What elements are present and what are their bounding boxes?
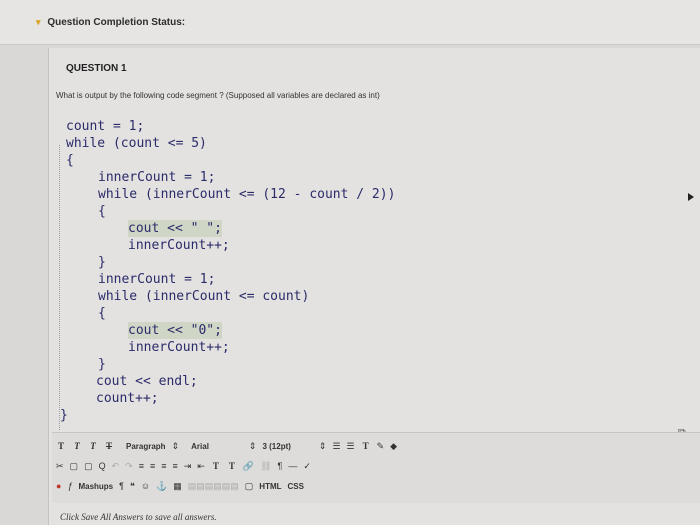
formula-icon[interactable]: ƒ — [67, 481, 72, 491]
text-style-4-button[interactable]: T — [104, 441, 114, 451]
mashups-select[interactable]: Mashups — [78, 482, 113, 491]
paragraph-format-select[interactable]: Paragraph — [126, 442, 166, 451]
superscript-button[interactable]: T — [211, 461, 221, 471]
text-style-3-button[interactable]: T — [88, 441, 98, 451]
question-title: QUESTION 1 — [66, 63, 127, 74]
code-line: innerCount++; — [128, 238, 230, 253]
align-center-icon[interactable]: ≡ — [150, 461, 155, 471]
unlink-icon[interactable]: ⛓ — [260, 461, 271, 472]
outdent-icon[interactable]: ⇤ — [197, 461, 205, 472]
select-arrows-icon: ⇕ — [248, 440, 257, 451]
question-completion-status: ▾ Question Completion Status: — [36, 17, 185, 28]
find-icon[interactable]: Q — [99, 461, 106, 471]
eraser-icon[interactable]: ◆ — [390, 441, 397, 452]
code-line: { — [98, 306, 106, 321]
code-line: innerCount = 1; — [98, 272, 216, 287]
text-style-2-button[interactable]: T — [72, 441, 82, 451]
code-line: while (innerCount <= (12 - count / 2)) — [98, 187, 396, 202]
code-guide-line — [59, 145, 60, 430]
subscript-button[interactable]: T — [227, 461, 237, 471]
code-line: cout << endl; — [96, 374, 198, 389]
footer-hint: Click Save All Answers to save all answe… — [60, 512, 217, 522]
paragraph-mark-icon[interactable]: ¶ — [119, 481, 124, 491]
select-arrows-icon: ⇕ — [318, 440, 327, 451]
copy-icon[interactable]: ▢ — [70, 461, 79, 472]
code-line: count++; — [96, 391, 159, 406]
toolbar-row-1: T T T T Paragraph ⇕ Arial ⇕ 3 (12pt) ⇕ ☰… — [56, 436, 403, 456]
horizontal-rule-icon[interactable]: — — [288, 461, 297, 471]
toolbar-row-2: ✂ ▢ ▢ Q ↶ ↷ ≡ ≡ ≡ ≡ ⇥ ⇤ T T 🔗 ⛓ ¶ — ✓ — [56, 456, 317, 476]
align-justify-icon[interactable]: ≡ — [172, 461, 177, 471]
status-label: Question Completion Status: — [47, 17, 186, 28]
anchor-icon[interactable]: ⚓ — [156, 481, 167, 492]
font-family-select[interactable]: Arial — [191, 442, 209, 451]
table-icon[interactable]: ▦ — [173, 481, 182, 492]
code-line: while (innerCount <= count) — [98, 289, 310, 304]
code-line: } — [60, 408, 68, 423]
code-line: innerCount = 1; — [98, 170, 216, 185]
font-size-select[interactable]: 3 (12pt) — [262, 442, 290, 451]
text-style-1-button[interactable]: T — [56, 441, 66, 451]
emoji-icon[interactable]: ☺ — [141, 481, 150, 491]
toolbar-row-3: ● ƒ Mashups ¶ ❝ ☺ ⚓ ▦ ▤▤▤▤▤▤ ▢ HTML CSS — [56, 476, 310, 496]
code-line: cout << "0"; — [128, 322, 222, 339]
code-line: cout << " "; — [128, 220, 222, 237]
spellcheck-icon[interactable]: ✓ — [303, 461, 311, 472]
align-right-icon[interactable]: ≡ — [161, 461, 166, 471]
text-color-button[interactable]: T — [361, 441, 371, 451]
record-icon[interactable]: ● — [56, 481, 61, 491]
code-line: } — [98, 255, 106, 270]
highlight-pen-icon[interactable]: ✎ — [377, 441, 385, 452]
collapse-arrow-icon[interactable]: ▾ — [36, 17, 41, 27]
code-line: while (count <= 5) — [66, 136, 207, 151]
html-button[interactable]: HTML — [259, 482, 281, 491]
css-button[interactable]: CSS — [288, 482, 304, 491]
bullet-list-icon[interactable]: ☰ — [332, 441, 340, 452]
indent-icon[interactable]: ⇥ — [184, 461, 192, 472]
undo-icon[interactable]: ↶ — [112, 461, 120, 472]
fullscreen-icon[interactable]: ▢ — [245, 481, 254, 492]
code-line: innerCount++; — [128, 340, 230, 355]
answer-editor-toolbar: T T T T Paragraph ⇕ Arial ⇕ 3 (12pt) ⇕ ☰… — [52, 432, 700, 503]
link-icon[interactable]: 🔗 — [243, 461, 254, 472]
mouse-cursor-icon — [688, 193, 694, 201]
code-line: } — [98, 357, 106, 372]
paragraph-ltr-icon[interactable]: ¶ — [278, 461, 283, 471]
code-line: count = 1; — [66, 119, 145, 134]
question-prompt: What is output by the following code seg… — [56, 91, 380, 100]
redo-icon[interactable]: ↷ — [125, 461, 133, 472]
align-left-icon[interactable]: ≡ — [139, 461, 144, 471]
numbered-list-icon[interactable]: ☰ — [347, 441, 355, 452]
code-line: { — [98, 204, 106, 219]
quote-icon[interactable]: ❝ — [130, 481, 135, 492]
paste-icon[interactable]: ▢ — [84, 461, 93, 472]
table-tools-icon[interactable]: ▤▤▤▤▤▤ — [188, 481, 239, 492]
select-arrows-icon: ⇕ — [171, 440, 180, 451]
code-line: { — [66, 153, 74, 168]
cut-icon[interactable]: ✂ — [56, 461, 64, 472]
